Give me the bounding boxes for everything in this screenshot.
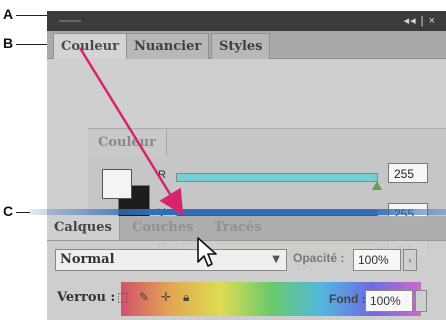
opacity-slider-button[interactable]: › — [403, 249, 417, 271]
opacity-label: Opacité : — [293, 251, 345, 265]
lock-pixels-icon[interactable]: ✎ — [139, 290, 149, 304]
collapse-close-icon[interactable]: ◂◂ | × — [404, 14, 436, 27]
mouse-cursor-icon — [197, 237, 217, 267]
callout-c-leader — [16, 212, 30, 213]
fill-label: Fond : — [329, 292, 366, 306]
fill-input[interactable]: 100% — [365, 290, 413, 312]
blend-mode-value: Normal — [60, 252, 115, 267]
tab-calques[interactable]: Calques — [47, 216, 120, 240]
chevron-down-icon: ▼ — [272, 254, 280, 265]
drop-zone-indicator — [30, 209, 446, 215]
foreground-color-swatch[interactable] — [102, 169, 132, 199]
fill-slider-button[interactable] — [415, 290, 427, 312]
title-grip[interactable] — [59, 20, 81, 22]
lock-transparency-icon[interactable]: ⬚ — [117, 290, 128, 304]
top-tab-strip: Couleur Nuancier Styles — [47, 31, 446, 59]
tab-nuancier[interactable]: Nuancier — [126, 33, 210, 59]
blend-mode-select[interactable]: Normal ▼ — [55, 249, 287, 271]
channel-r-label: R — [158, 169, 166, 181]
tab-couleur[interactable]: Couleur — [53, 33, 127, 59]
tab-styles[interactable]: Styles — [211, 33, 271, 59]
opacity-input[interactable]: 100% — [353, 249, 401, 271]
tab-couches[interactable]: Couches — [125, 216, 200, 240]
panel-title-bar[interactable]: ◂◂ | × — [47, 11, 446, 31]
channel-r-knob[interactable] — [372, 181, 382, 190]
lock-label: Verrou : — [57, 290, 116, 305]
floating-tab-couleur[interactable]: Couleur — [88, 129, 167, 156]
layers-tab-strip: Calques Couches Tracés — [47, 216, 446, 241]
layers-panel: Calques Couches Tracés Normal ▼ Opacité … — [47, 216, 446, 320]
callout-a: A — [3, 6, 14, 22]
callout-a-leader — [16, 15, 47, 16]
callout-c: C — [3, 203, 14, 219]
callout-b: B — [3, 35, 14, 51]
channel-r-value[interactable]: 255 — [388, 163, 428, 183]
lock-position-icon[interactable]: ✛ — [161, 290, 171, 304]
channel-r-slider[interactable] — [176, 173, 378, 182]
lock-all-icon[interactable]: 🔒︎ — [183, 290, 189, 305]
